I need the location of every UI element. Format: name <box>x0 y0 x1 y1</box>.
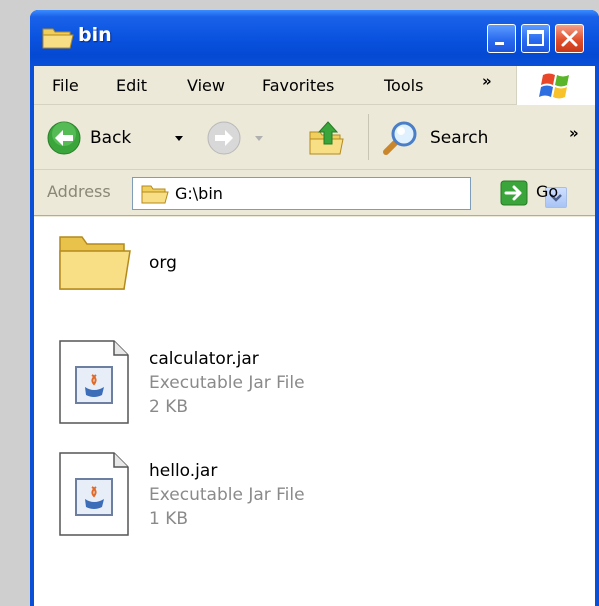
address-label: Address <box>47 182 111 201</box>
go-label: Go <box>536 182 559 201</box>
folder-icon <box>141 185 169 204</box>
file-item-calculator-jar[interactable]: calculator.jar Executable Jar File 2 KB <box>54 337 554 437</box>
jar-file-icon <box>59 340 129 424</box>
toolbar: Back Search » <box>34 106 595 170</box>
minimize-button[interactable] <box>487 24 516 53</box>
windows-logo-area <box>516 66 595 105</box>
jar-file-icon <box>59 452 129 536</box>
folder-icon <box>42 28 74 49</box>
menu-file[interactable]: File <box>52 76 79 95</box>
file-list-pane: org calculator.jar Executable Jar File 2… <box>34 217 595 606</box>
close-button[interactable] <box>555 24 584 53</box>
file-type: Executable Jar File <box>149 485 305 505</box>
back-label: Back <box>90 128 132 148</box>
forward-arrow-icon <box>207 121 241 155</box>
file-name: org <box>149 253 177 273</box>
up-folder-button[interactable] <box>306 118 350 158</box>
window-title: bin <box>78 24 112 46</box>
file-size: 1 KB <box>149 509 189 529</box>
file-name: hello.jar <box>149 461 218 481</box>
toolbar-separator <box>368 114 369 160</box>
address-bar: Address G:\bin Go <box>34 171 595 216</box>
windows-logo-icon <box>539 73 569 99</box>
file-item-hello-jar[interactable]: hello.jar Executable Jar File 1 KB <box>54 449 554 549</box>
close-icon <box>561 30 578 47</box>
maximize-icon <box>527 30 544 46</box>
go-arrow-icon <box>500 180 528 206</box>
menu-view[interactable]: View <box>187 76 225 95</box>
forward-button[interactable] <box>206 118 286 158</box>
menu-favorites[interactable]: Favorites <box>262 76 334 95</box>
address-value: G:\bin <box>175 184 223 203</box>
minimize-icon <box>495 42 504 45</box>
up-folder-icon <box>309 121 344 155</box>
maximize-button[interactable] <box>521 24 550 53</box>
menu-overflow-chevron[interactable]: » <box>482 72 492 90</box>
back-arrow-icon <box>47 121 81 155</box>
search-label: Search <box>430 128 489 148</box>
menu-bar: File Edit View Favorites Tools » <box>34 66 595 105</box>
folder-icon <box>59 236 131 290</box>
menu-tools[interactable]: Tools <box>384 76 423 95</box>
back-dropdown-arrow-icon[interactable] <box>174 135 184 143</box>
forward-dropdown-arrow-icon <box>255 136 263 141</box>
search-button[interactable]: Search <box>380 116 520 160</box>
file-item-org[interactable]: org <box>54 227 554 327</box>
menu-edit[interactable]: Edit <box>116 76 147 95</box>
title-bar[interactable]: bin <box>30 10 599 66</box>
file-type: Executable Jar File <box>149 373 305 393</box>
file-size: 2 KB <box>149 397 189 417</box>
explorer-window: bin File Edit View Favorites Tools » Bac… <box>30 10 599 606</box>
address-input[interactable]: G:\bin <box>132 177 567 210</box>
search-icon <box>383 121 417 155</box>
back-button[interactable]: Back <box>46 118 196 158</box>
toolbar-overflow-chevron[interactable]: » <box>569 124 579 142</box>
window-client-area: File Edit View Favorites Tools » Back Se… <box>34 66 595 606</box>
file-name: calculator.jar <box>149 349 259 369</box>
